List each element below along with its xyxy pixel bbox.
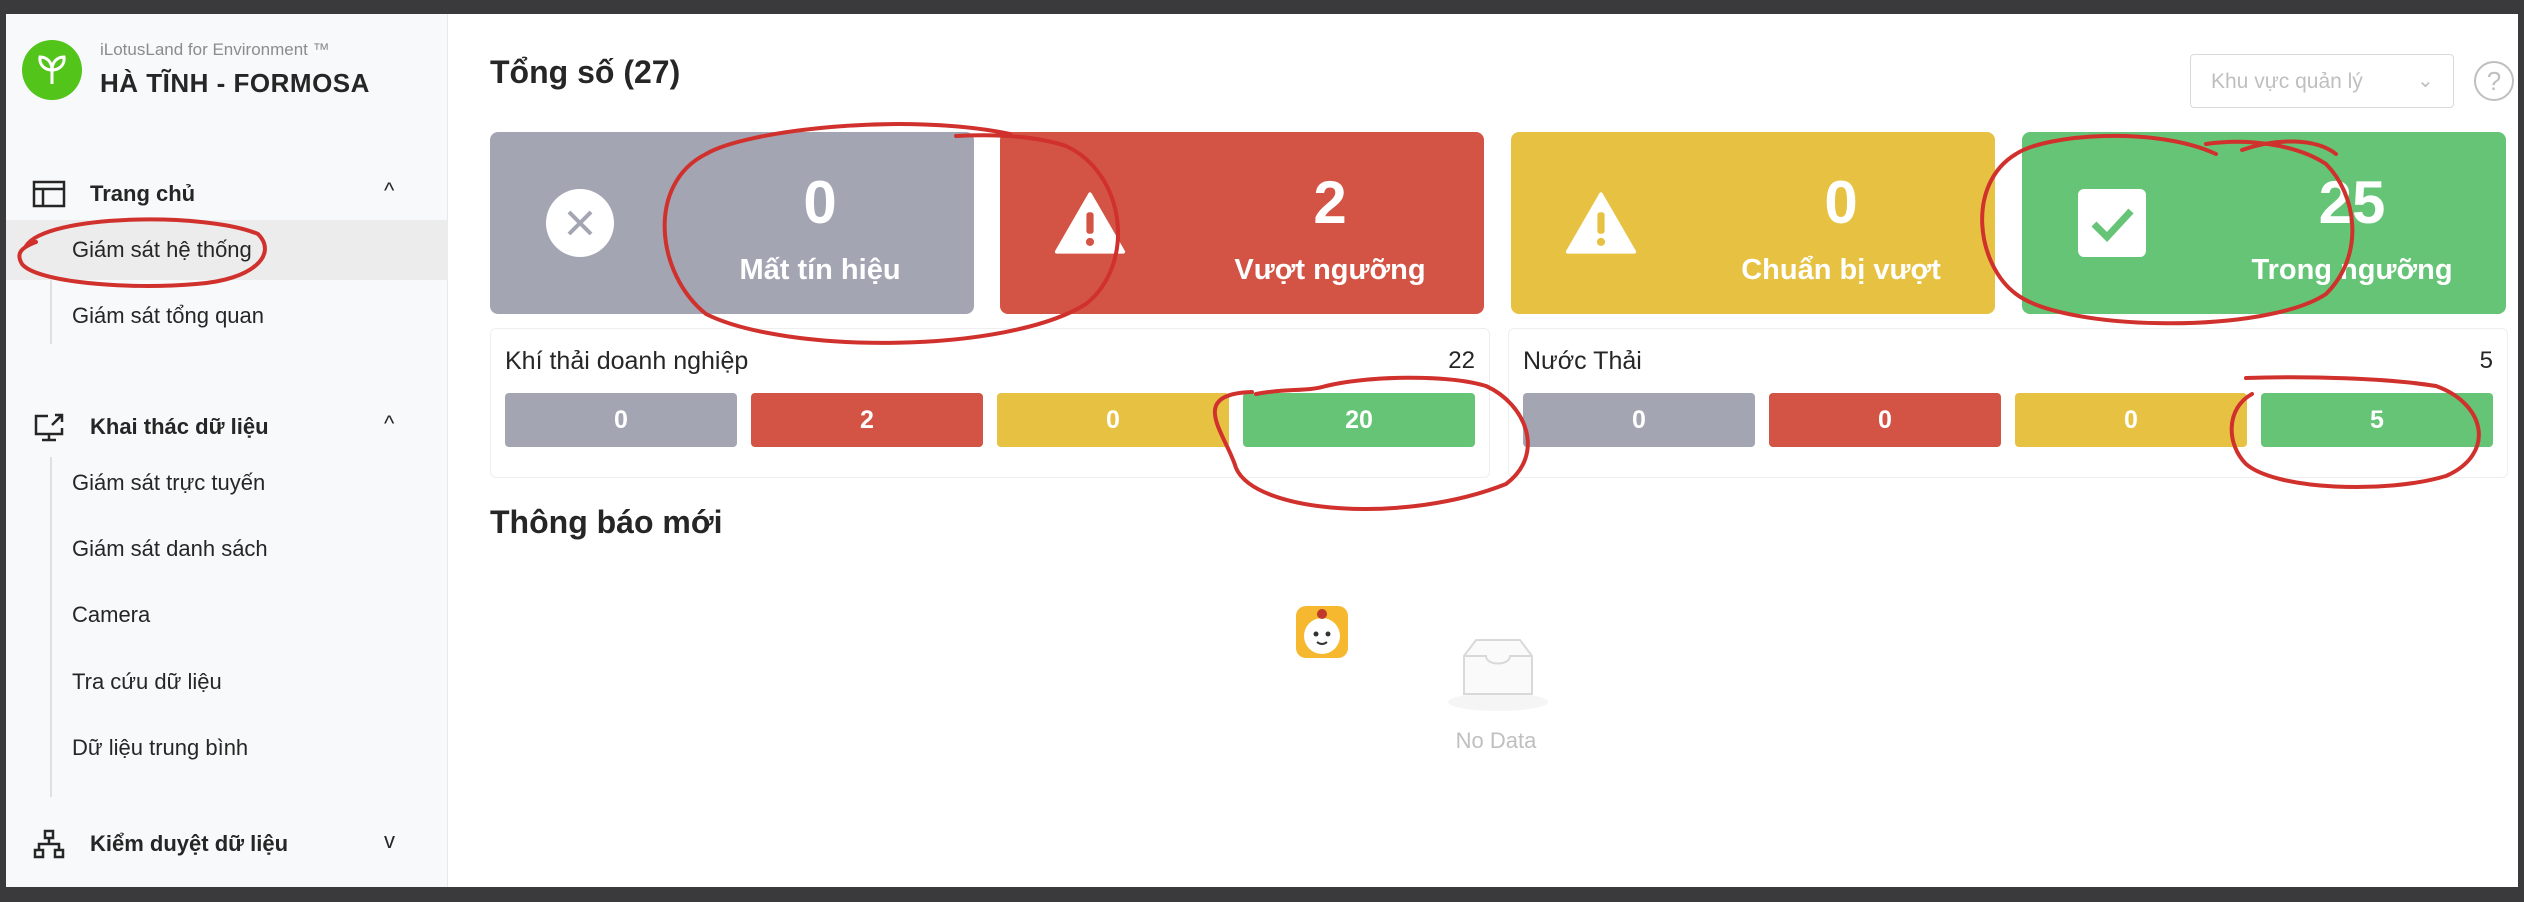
stat-label: Trong ngưỡng — [2251, 254, 2453, 286]
stat-label: Mất tín hiệu — [739, 254, 901, 286]
menu-item-label: Camera — [72, 602, 151, 627]
layout-icon — [32, 180, 66, 208]
app-window: iLotusLand for Environment ™ HÀ TĨNH - F… — [6, 14, 2518, 887]
warning-icon — [1565, 192, 1637, 254]
stat-value: 2 — [1313, 169, 1347, 236]
menu-group-label: Kiểm duyệt dữ liệu — [90, 831, 289, 856]
pill-within-threshold[interactable]: 5 — [2261, 393, 2493, 447]
check-square-icon — [2078, 189, 2146, 257]
menu-group-khai-thac-du-lieu[interactable]: Khai thác dữ liệu ^ — [6, 397, 448, 457]
pill-lost-signal[interactable]: 0 — [505, 393, 737, 447]
menu-item-label: Giám sát trực tuyến — [72, 470, 266, 495]
stat-card-exceeded[interactable]: 2 Vượt ngưỡng — [1000, 132, 1484, 314]
pill-exceeded[interactable]: 0 — [1769, 393, 2001, 447]
menu-item-label: Giám sát hệ thống — [72, 237, 252, 262]
menu-item-label: Giám sát tổng quan — [72, 303, 265, 328]
close-circle-icon — [546, 189, 614, 257]
sidebar: iLotusLand for Environment ™ HÀ TĨNH - F… — [6, 14, 448, 887]
logo-icon — [22, 40, 82, 100]
chevron-down-icon: v — [384, 828, 395, 853]
stat-value: 0 — [1824, 169, 1858, 236]
menu-item-giam-sat-tong-quan[interactable]: Giám sát tổng quan — [6, 286, 448, 346]
region-select[interactable]: Khu vực quản lý ⌄ — [2190, 54, 2454, 108]
brand[interactable]: iLotusLand for Environment ™ HÀ TĨNH - F… — [16, 34, 436, 104]
pill-within-threshold[interactable]: 20 — [1243, 393, 1475, 447]
group-name: Khí thải doanh nghiệp — [505, 347, 749, 375]
chevron-down-icon: ⌄ — [2417, 70, 2434, 92]
brand-subtitle: iLotusLand for Environment ™ — [100, 40, 330, 59]
stat-card-near-exceeded[interactable]: 0 Chuẩn bị vượt — [1511, 132, 1995, 314]
menu-group-label: Khai thác dữ liệu — [90, 414, 269, 439]
pill-exceeded[interactable]: 2 — [751, 393, 983, 447]
monitor-share-icon — [34, 413, 64, 442]
menu-item-camera[interactable]: Camera — [6, 585, 448, 645]
stat-card-lost-signal[interactable]: 0 Mất tín hiệu — [490, 132, 974, 314]
menu-group-trang-chu[interactable]: Trang chủ ^ — [6, 164, 448, 224]
pill-lost-signal[interactable]: 0 — [1523, 393, 1755, 447]
stat-value: 25 — [2318, 169, 2386, 236]
stat-label: Chuẩn bị vượt — [1741, 254, 1941, 286]
mascot-icon — [1296, 606, 1348, 658]
stat-card-within-threshold[interactable]: 25 Trong ngưỡng — [2022, 132, 2506, 314]
help-icon[interactable]: ? — [2474, 61, 2514, 101]
menu-item-tra-cuu-du-lieu[interactable]: Tra cứu dữ liệu — [6, 652, 448, 712]
menu-item-label: Giám sát danh sách — [72, 536, 268, 561]
pill-near-exceeded[interactable]: 0 — [997, 393, 1229, 447]
menu-group-kiem-duyet-du-lieu[interactable]: Kiểm duyệt dữ liệu v — [6, 814, 448, 874]
chevron-up-icon: ^ — [384, 178, 395, 203]
empty-state-text: No Data — [1455, 728, 1537, 753]
brand-title: HÀ TĨNH - FORMOSA — [100, 68, 370, 98]
stat-value: 0 — [803, 169, 837, 236]
notifications-title: Thông báo mới — [490, 504, 723, 540]
region-select-placeholder: Khu vực quản lý — [2211, 70, 2363, 93]
stat-label: Vượt ngưỡng — [1234, 254, 1426, 286]
sitemap-icon — [33, 829, 65, 859]
group-box-nuoc-thai: Nước Thải 5 0 0 0 5 — [1508, 328, 2508, 478]
group-count: 5 — [2479, 347, 2493, 374]
menu-group-label: Trang chủ — [90, 181, 196, 206]
menu-item-label: Tra cứu dữ liệu — [72, 669, 222, 694]
menu-item-giam-sat-truc-tuyen[interactable]: Giám sát trực tuyến — [6, 453, 448, 513]
group-box-khi-thai: Khí thải doanh nghiệp 22 0 2 0 20 — [490, 328, 1490, 478]
menu-item-label: Dữ liệu trung bình — [72, 735, 249, 760]
pill-near-exceeded[interactable]: 0 — [2015, 393, 2247, 447]
chevron-up-icon: ^ — [384, 411, 395, 436]
main-content: Tổng số (27) Khu vực quản lý ⌄ ? 0 Mất t… — [448, 14, 2518, 887]
page-title: Tổng số (27) — [490, 54, 681, 90]
warning-icon — [1054, 192, 1126, 254]
menu-item-giam-sat-danh-sach[interactable]: Giám sát danh sách — [6, 519, 448, 579]
group-name: Nước Thải — [1523, 347, 1642, 375]
menu-item-du-lieu-trung-binh[interactable]: Dữ liệu trung bình — [6, 718, 448, 778]
empty-inbox-icon — [1448, 639, 1548, 711]
group-count: 22 — [1448, 347, 1475, 374]
menu-item-giam-sat-he-thong[interactable]: Giám sát hệ thống — [6, 220, 448, 280]
